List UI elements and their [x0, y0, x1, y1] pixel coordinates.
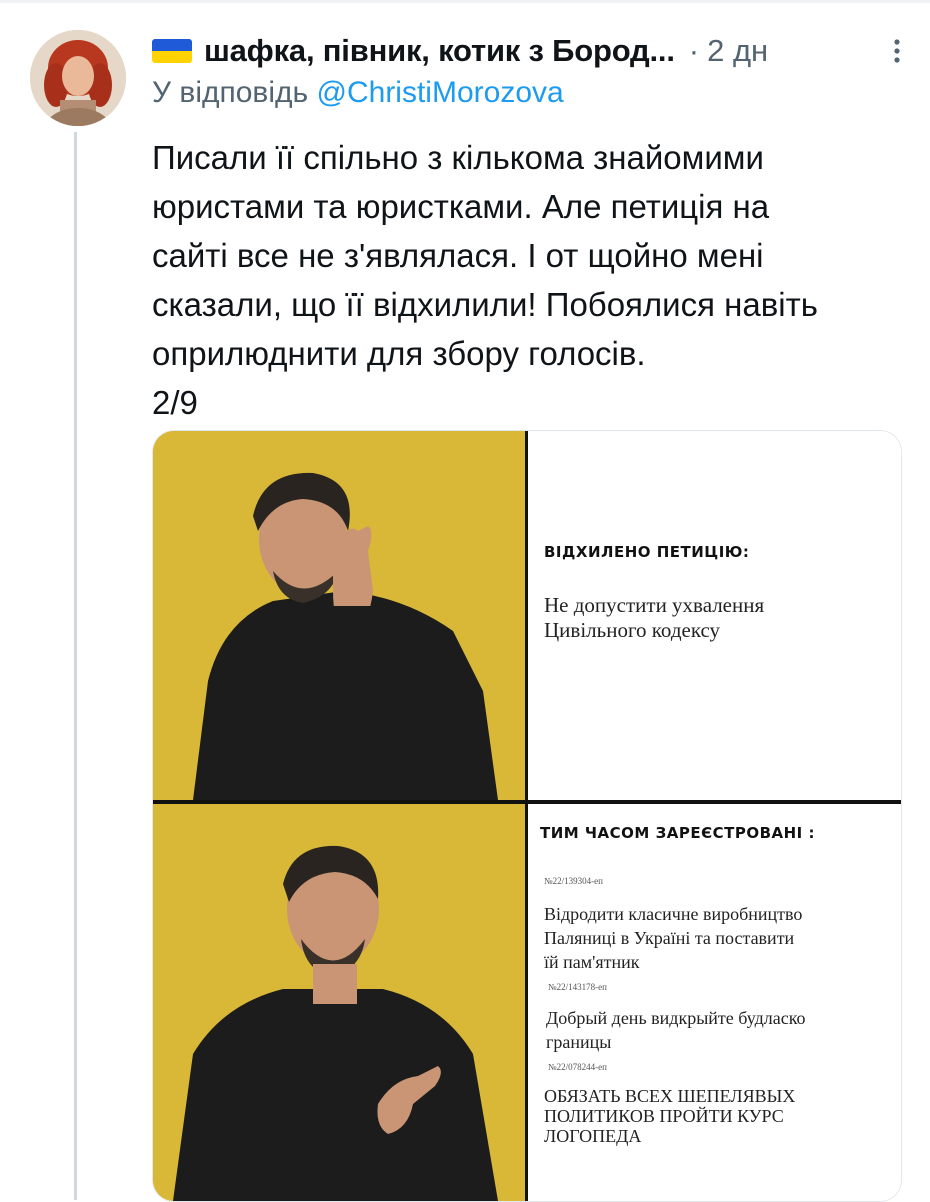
avatar[interactable]	[30, 30, 126, 126]
petition-line: ПОЛИТИКОВ ПРОЙТИ КУРС	[544, 1106, 784, 1126]
display-name[interactable]: шафка, півник, котик з Бород...	[204, 33, 675, 69]
rejected-title: ВІДХИЛЕНО ПЕТИЦІЮ:	[544, 543, 750, 561]
petition-number: №22/078244-еп	[548, 1062, 607, 1072]
tweet-text-line: сказали, що її відхилили! Побоялися наві…	[152, 286, 818, 323]
meme-panel-reject	[153, 431, 525, 800]
registered-title: ТИМ ЧАСОМ ЗАРЕЄСТРОВАНІ :	[540, 824, 815, 842]
tweet-text-line: сайті все не з'являлася. І от щойно мені	[152, 237, 764, 274]
petition-line: Відродити класичне виробництво	[544, 904, 803, 924]
top-divider	[0, 0, 930, 3]
tweet-text: Писали її спільно з кількома знайомими ю…	[152, 133, 902, 427]
more-options-icon[interactable]	[882, 36, 912, 66]
rejected-petition-line: Не допустити ухвалення	[544, 593, 765, 617]
petition-line: їй пам'ятник	[544, 952, 640, 972]
petition-number: №22/139304-еп	[544, 876, 603, 886]
petition-line: ЛОГОПЕДА	[544, 1126, 642, 1146]
meme-panel-approve	[153, 804, 525, 1201]
thread-connector-line	[74, 132, 77, 1200]
ukraine-flag-icon	[152, 39, 192, 63]
tweet-header: шафка, півник, котик з Бород... · 2 дн	[152, 30, 912, 72]
tweet-text-line: оприлюднити для збору голосів.	[152, 335, 646, 372]
meta-separator: ·	[688, 33, 700, 68]
thread-counter: 2/9	[152, 384, 198, 421]
petition-line: ОБЯЗАТЬ ВСЕХ ШЕПЕЛЯВЫХ	[544, 1086, 796, 1106]
reply-handle-link[interactable]: @ChristiMorozova	[317, 76, 564, 109]
meme-panel-approve-text: ТИМ ЧАСОМ ЗАРЕЄСТРОВАНІ : №22/139304-еп …	[528, 804, 901, 1201]
reply-prefix: У відповідь	[152, 76, 317, 109]
petition-line: Добрый день видкрыйте будласко	[546, 1008, 806, 1028]
rejected-petition-line: Цивільного кодексу	[544, 618, 721, 642]
meme-image[interactable]: ВІДХИЛЕНО ПЕТИЦІЮ: Не допустити ухваленн…	[152, 430, 902, 1202]
petition-number: №22/143178-еп	[548, 982, 607, 992]
meme-panel-reject-text: ВІДХИЛЕНО ПЕТИЦІЮ: Не допустити ухваленн…	[528, 431, 901, 800]
tweet-text-line: юристами та юристками. Але петиція на	[152, 188, 770, 225]
petition-line: границы	[546, 1032, 612, 1052]
tweet-text-line: Писали її спільно з кількома знайомими	[152, 139, 764, 176]
reply-context: У відповідь @ChristiMorozova	[152, 76, 564, 110]
timestamp[interactable]: 2 дн	[707, 33, 768, 69]
petition-line: Паляниці в Україні та поставити	[544, 928, 795, 948]
